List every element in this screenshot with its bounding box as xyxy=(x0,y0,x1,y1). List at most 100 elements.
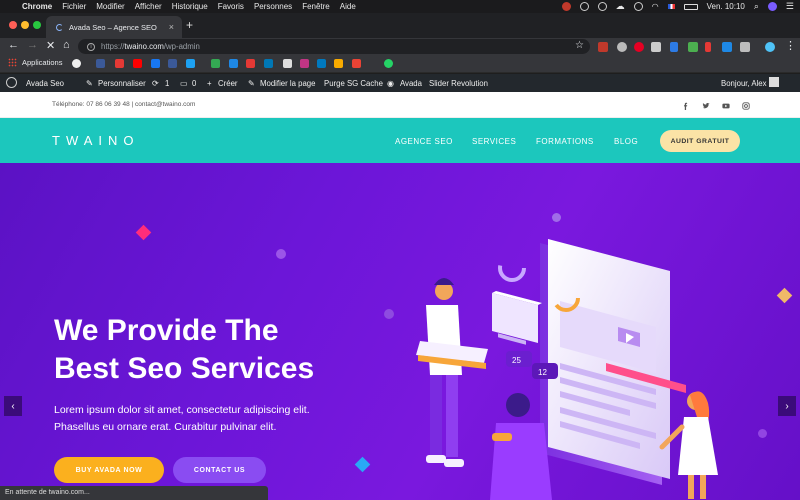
new-tab-icon[interactable]: + xyxy=(186,18,193,32)
menu-favoris[interactable]: Favoris xyxy=(218,2,244,11)
extension-icon[interactable] xyxy=(617,42,627,52)
profile-avatar[interactable] xyxy=(765,42,775,52)
twitter-icon[interactable] xyxy=(702,102,710,110)
wp-site-name[interactable]: Avada Seo xyxy=(26,79,64,88)
wp-user-avatar[interactable] xyxy=(769,77,779,87)
gmail-bookmark-icon[interactable] xyxy=(115,59,124,68)
wp-comments-count[interactable]: 0 xyxy=(192,79,196,88)
twitter-bookmark-icon[interactable] xyxy=(186,59,195,68)
wp-updates-icon[interactable]: ⟳ xyxy=(152,79,159,88)
battery-icon[interactable] xyxy=(683,3,698,10)
window-close-button[interactable] xyxy=(9,21,17,29)
menu-fenetre[interactable]: Fenêtre xyxy=(302,2,330,11)
bookmark-star-icon[interactable]: ☆ xyxy=(575,40,584,51)
wp-slider-revolution[interactable]: Slider Revolution xyxy=(429,79,488,88)
facebook-icon[interactable] xyxy=(682,102,690,110)
whatsapp-bookmark-icon[interactable] xyxy=(384,59,393,68)
wifi-icon[interactable]: ◠ xyxy=(652,2,659,11)
menu-modifier[interactable]: Modifier xyxy=(96,2,124,11)
extension-icon[interactable] xyxy=(740,42,750,52)
address-bar[interactable]: i https://twaino.com/wp-admin xyxy=(78,39,590,54)
window-minimize-button[interactable] xyxy=(21,21,29,29)
notification-center-icon[interactable]: ☰ xyxy=(786,1,794,12)
wp-customize[interactable]: Personnaliser xyxy=(98,79,146,88)
cloud-icon[interactable]: ☁ xyxy=(616,1,625,12)
pinterest-extension-icon[interactable] xyxy=(634,42,644,52)
slider-prev-icon[interactable]: ‹ xyxy=(4,396,22,416)
bookmark-icon[interactable] xyxy=(246,59,255,68)
browser-tab[interactable]: Avada Seo – Agence SEO × xyxy=(46,16,182,38)
youtube-icon[interactable] xyxy=(722,102,730,110)
trello-bookmark-icon[interactable] xyxy=(317,59,326,68)
contact-us-button[interactable]: CONTACT US xyxy=(173,457,266,483)
instagram-icon[interactable] xyxy=(742,102,750,110)
wp-admin-bar: Avada Seo ✎ Personnaliser ⟳ 1 ▭ 0 + Crée… xyxy=(0,74,800,92)
nav-formations[interactable]: FORMATIONS xyxy=(536,137,594,146)
bookmark-applications[interactable]: Applications xyxy=(8,58,62,67)
facebook-bookmark-icon[interactable] xyxy=(168,59,177,68)
menu-chrome[interactable]: Chrome xyxy=(22,2,52,11)
extension-icon[interactable] xyxy=(598,42,608,52)
time-machine-icon[interactable] xyxy=(633,2,643,11)
contact-line: Téléphone: 07 86 06 39 48 | contact@twai… xyxy=(52,101,196,108)
extension-icon[interactable] xyxy=(670,42,678,52)
bookmark-icon[interactable] xyxy=(352,59,361,68)
wp-edit-icon[interactable]: ✎ xyxy=(248,79,255,88)
extension-icon[interactable] xyxy=(705,42,711,52)
seo-isometric-illustration: 25 12 xyxy=(416,239,718,500)
flag-fr-icon[interactable] xyxy=(667,4,675,9)
info-icon[interactable] xyxy=(597,2,607,11)
home-icon[interactable]: ⌂ xyxy=(63,39,70,51)
facebook-bookmark-icon[interactable] xyxy=(151,59,160,68)
menu-historique[interactable]: Historique xyxy=(172,2,208,11)
tab-close-icon[interactable]: × xyxy=(169,22,174,32)
hero-title-line-2: Best Seo Services xyxy=(54,352,315,385)
site-logo[interactable]: TWAINO xyxy=(52,133,140,148)
google-bookmark-icon[interactable] xyxy=(72,59,81,68)
menu-afficher[interactable]: Afficher xyxy=(135,2,162,11)
siri-icon[interactable] xyxy=(767,2,777,11)
status-app-icon[interactable] xyxy=(561,2,571,11)
audit-gratuit-button[interactable]: AUDIT GRATUIT xyxy=(660,130,740,152)
menubar-clock[interactable]: Ven. 10:10 xyxy=(707,2,745,11)
wp-edit-page[interactable]: Modifier la page xyxy=(260,79,315,88)
menu-personnes[interactable]: Personnes xyxy=(254,2,292,11)
wp-purge-cache[interactable]: Purge SG Cache xyxy=(324,79,383,88)
linkedin-bookmark-icon[interactable] xyxy=(264,59,273,68)
wp-greeting[interactable]: Bonjour, Alex xyxy=(721,79,767,88)
instagram-bookmark-icon[interactable] xyxy=(300,59,309,68)
window-zoom-button[interactable] xyxy=(33,21,41,29)
extension-icon[interactable] xyxy=(688,42,698,52)
wp-comments-icon[interactable]: ▭ xyxy=(180,79,187,88)
menu-fichier[interactable]: Fichier xyxy=(62,2,86,11)
site-info-icon[interactable]: i xyxy=(87,42,95,51)
menu-dots-icon[interactable]: ⋮ xyxy=(785,39,796,52)
hero-subtitle-line-1: Lorem ipsum dolor sit amet, consectetur … xyxy=(54,404,310,416)
analytics-bookmark-icon[interactable] xyxy=(334,59,343,68)
back-icon[interactable]: ← xyxy=(8,39,19,51)
bookmark-icon[interactable] xyxy=(211,59,220,68)
nav-services[interactable]: SERVICES xyxy=(472,137,516,146)
wp-brush-icon[interactable]: ✎ xyxy=(86,79,93,88)
wp-avada[interactable]: Avada xyxy=(400,79,422,88)
menu-aide[interactable]: Aide xyxy=(340,2,356,11)
stop-loading-icon[interactable]: ✕ xyxy=(46,39,55,52)
nav-blog[interactable]: BLOG xyxy=(614,137,638,146)
youtube-bookmark-icon[interactable] xyxy=(133,59,142,68)
buy-avada-button[interactable]: BUY AVADA NOW xyxy=(54,457,164,483)
forward-icon[interactable]: → xyxy=(27,39,38,51)
wp-new[interactable]: Créer xyxy=(218,79,238,88)
nav-agence-seo[interactable]: AGENCE SEO xyxy=(395,137,453,146)
sync-icon[interactable] xyxy=(579,2,589,11)
extension-icon[interactable] xyxy=(651,42,661,52)
wp-avada-icon[interactable]: ◉ xyxy=(387,79,394,88)
bookmark-icon[interactable] xyxy=(96,59,105,68)
spotlight-icon[interactable]: ⌕ xyxy=(754,1,759,12)
wp-updates-count[interactable]: 1 xyxy=(165,79,169,88)
wp-new-icon[interactable]: + xyxy=(207,79,212,88)
bookmark-icon[interactable] xyxy=(229,59,238,68)
slider-next-icon[interactable]: › xyxy=(778,396,796,416)
wordpress-logo-icon[interactable] xyxy=(6,77,17,88)
bookmark-icon[interactable] xyxy=(283,59,292,68)
extension-icon[interactable] xyxy=(722,42,732,52)
